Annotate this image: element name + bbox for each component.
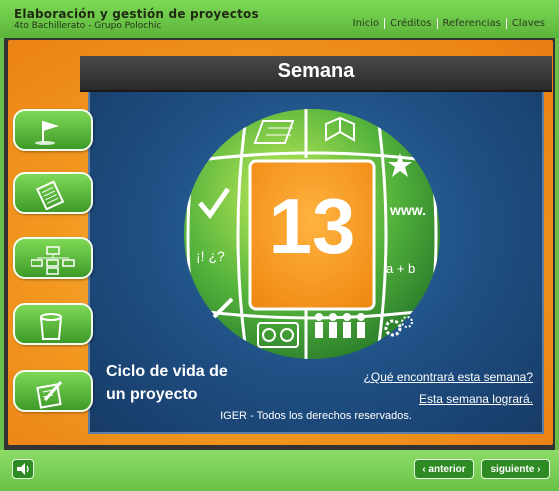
- bottom-bar: [0, 450, 559, 491]
- what-you-will-find-link[interactable]: ¿Qué encontrará esta semana?: [364, 370, 533, 384]
- document-icon: [35, 180, 65, 210]
- math-tile: a + b: [386, 261, 415, 276]
- www-tile: www.: [389, 202, 426, 218]
- edit-icon: [36, 381, 63, 409]
- nav-separator: [384, 18, 386, 29]
- week-heading: Semana: [277, 60, 355, 82]
- top-nav: Inicio Créditos Referencias Claves: [349, 18, 549, 29]
- speaker-icon: [17, 463, 29, 475]
- topic-line-2: un proyecto: [106, 386, 198, 403]
- question-tile: ¡! ¿?: [196, 248, 225, 264]
- trash-icon: [40, 313, 62, 340]
- topic-line-1: Ciclo de vida de: [106, 363, 228, 380]
- previous-button[interactable]: ‹ anterior: [414, 459, 474, 479]
- nav-separator: [436, 18, 438, 29]
- sidebar-item-flag[interactable]: [13, 109, 93, 151]
- top-bar: Elaboración y gestión de proyectos 4to B…: [0, 0, 559, 38]
- sidebar-item-document[interactable]: [13, 172, 93, 214]
- nav-referencias[interactable]: Referencias: [439, 18, 505, 29]
- nav-creditos[interactable]: Créditos: [386, 18, 435, 29]
- sidebar-item-edit[interactable]: [13, 370, 93, 412]
- week-number: 13: [269, 182, 356, 270]
- what-you-will-achieve-link[interactable]: Esta semana logrará.: [419, 392, 533, 406]
- course-title: Elaboración y gestión de proyectos: [14, 7, 259, 21]
- week-header: Semana: [80, 56, 552, 92]
- next-button[interactable]: siguiente ›: [481, 459, 550, 479]
- flag-icon: [35, 121, 59, 145]
- sidebar-item-org-chart[interactable]: [13, 237, 93, 279]
- copyright: IGER - Todos los derechos reservados.: [220, 410, 412, 422]
- sound-button[interactable]: [12, 459, 34, 479]
- nav-separator: [505, 18, 507, 29]
- sidebar-item-trash[interactable]: [13, 303, 93, 345]
- week-topic: Ciclo de vida de un proyecto: [106, 360, 228, 406]
- week-globe: 13 www. a + b ¡! ¿?: [184, 109, 440, 359]
- nav-inicio[interactable]: Inicio: [349, 18, 383, 29]
- org-chart-icon: [31, 246, 75, 275]
- nav-claves[interactable]: Claves: [508, 18, 549, 29]
- course-subtitle: 4to Bachillerato - Grupo Polochic: [14, 21, 162, 31]
